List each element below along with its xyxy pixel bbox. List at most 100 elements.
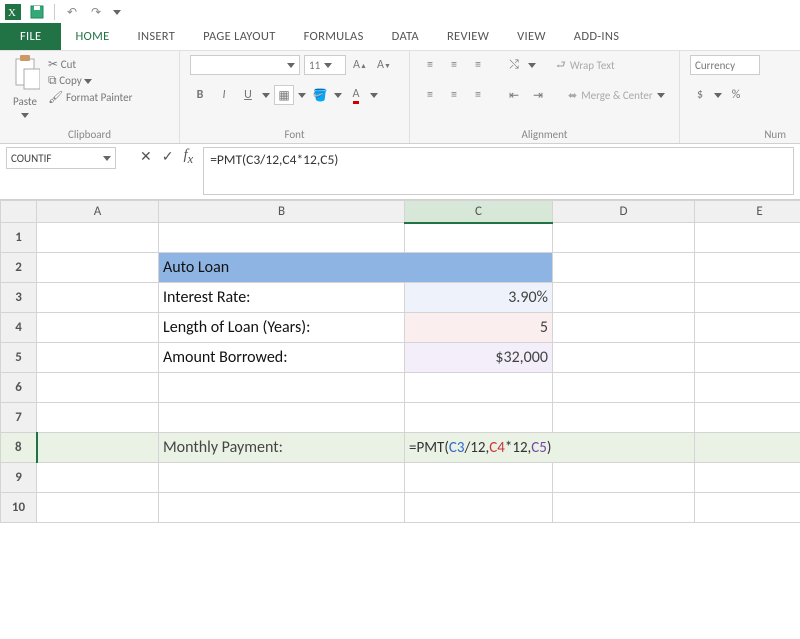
cell[interactable] bbox=[695, 433, 800, 463]
cell[interactable] bbox=[37, 253, 159, 283]
orientation-dropdown-icon[interactable] bbox=[528, 63, 536, 68]
border-dropdown-icon[interactable] bbox=[298, 93, 306, 98]
name-box[interactable]: COUNTIF bbox=[6, 147, 116, 169]
cell[interactable] bbox=[405, 493, 553, 523]
cell[interactable] bbox=[695, 463, 800, 493]
cell[interactable] bbox=[695, 223, 800, 253]
cell[interactable] bbox=[159, 493, 405, 523]
grow-font-button[interactable]: A▲ bbox=[350, 55, 370, 75]
cell-c5[interactable]: $32,000 bbox=[405, 343, 553, 373]
cell[interactable] bbox=[695, 403, 800, 433]
cell[interactable] bbox=[553, 463, 695, 493]
cell[interactable] bbox=[37, 403, 159, 433]
tab-formulas[interactable]: FORMULAS bbox=[290, 23, 378, 50]
italic-button[interactable]: I bbox=[214, 85, 234, 105]
bold-button[interactable]: B bbox=[190, 85, 210, 105]
shrink-font-button[interactable]: A▼ bbox=[374, 55, 394, 75]
cell[interactable] bbox=[553, 493, 695, 523]
cell[interactable] bbox=[405, 463, 553, 493]
qat-dropdown-icon[interactable] bbox=[113, 10, 121, 15]
cell[interactable] bbox=[553, 313, 695, 343]
tab-view[interactable]: VIEW bbox=[503, 23, 560, 50]
cell-b5[interactable]: Amount Borrowed: bbox=[159, 343, 405, 373]
col-header-c[interactable]: C bbox=[405, 201, 553, 223]
cell[interactable] bbox=[159, 403, 405, 433]
cancel-formula-button[interactable]: ✕ bbox=[140, 148, 152, 165]
cell[interactable] bbox=[695, 373, 800, 403]
font-name-select[interactable] bbox=[190, 55, 300, 75]
tab-file[interactable]: FILE bbox=[0, 23, 61, 50]
align-middle-button[interactable]: ≡ bbox=[444, 55, 464, 75]
row-header-7[interactable]: 7 bbox=[1, 403, 37, 433]
cell[interactable] bbox=[553, 403, 695, 433]
tab-addins[interactable]: ADD-INS bbox=[560, 23, 634, 50]
enter-formula-button[interactable]: ✓ bbox=[162, 148, 174, 165]
currency-button[interactable]: $ bbox=[690, 85, 710, 105]
align-left-button[interactable]: ≡ bbox=[420, 85, 440, 105]
row-header-9[interactable]: 9 bbox=[1, 463, 37, 493]
currency-dropdown-icon[interactable] bbox=[714, 93, 722, 98]
cell-b4[interactable]: Length of Loan (Years): bbox=[159, 313, 405, 343]
cell[interactable] bbox=[553, 223, 695, 253]
row-header-3[interactable]: 3 bbox=[1, 283, 37, 313]
align-top-button[interactable]: ≡ bbox=[420, 55, 440, 75]
cell[interactable] bbox=[37, 313, 159, 343]
tab-data[interactable]: DATA bbox=[378, 23, 433, 50]
cell[interactable] bbox=[37, 493, 159, 523]
cell[interactable] bbox=[37, 283, 159, 313]
cell[interactable] bbox=[405, 403, 553, 433]
merge-center-button[interactable]: ⬌Merge & Center bbox=[568, 89, 665, 102]
row-header-1[interactable]: 1 bbox=[1, 223, 37, 253]
name-box-dropdown-icon[interactable] bbox=[103, 156, 111, 161]
cell[interactable] bbox=[553, 343, 695, 373]
cell[interactable] bbox=[695, 493, 800, 523]
cell[interactable] bbox=[37, 223, 159, 253]
orientation-button[interactable]: ⤭ bbox=[504, 55, 524, 75]
copy-dropdown-icon[interactable] bbox=[84, 79, 92, 84]
cell[interactable] bbox=[37, 433, 159, 463]
row-header-10[interactable]: 10 bbox=[1, 493, 37, 523]
row-header-8[interactable]: 8 bbox=[1, 433, 37, 463]
font-size-select[interactable]: 11 bbox=[304, 55, 346, 75]
cell[interactable] bbox=[695, 253, 800, 283]
cell[interactable] bbox=[553, 283, 695, 313]
merge-dropdown-icon[interactable] bbox=[657, 93, 665, 98]
cell[interactable] bbox=[695, 343, 800, 373]
copy-button[interactable]: ⧉ Copy bbox=[48, 74, 132, 88]
fill-dropdown-icon[interactable] bbox=[334, 93, 342, 98]
paste-dropdown-icon[interactable] bbox=[21, 113, 29, 118]
cell[interactable] bbox=[159, 373, 405, 403]
cell[interactable] bbox=[553, 373, 695, 403]
align-center-button[interactable]: ≡ bbox=[444, 85, 464, 105]
cell-b2[interactable]: Auto Loan bbox=[159, 253, 553, 283]
cell[interactable] bbox=[37, 373, 159, 403]
number-format-select[interactable]: Currency bbox=[690, 55, 760, 75]
undo-icon[interactable]: ↶ bbox=[63, 3, 81, 21]
cell[interactable] bbox=[553, 253, 695, 283]
cut-button[interactable]: ✂ Cut bbox=[48, 57, 132, 72]
row-header-5[interactable]: 5 bbox=[1, 343, 37, 373]
col-header-d[interactable]: D bbox=[553, 201, 695, 223]
tab-page-layout[interactable]: PAGE LAYOUT bbox=[189, 23, 289, 50]
fx-icon[interactable]: fx bbox=[183, 147, 193, 167]
border-button[interactable]: ▦ bbox=[274, 85, 294, 105]
col-header-b[interactable]: B bbox=[159, 201, 405, 223]
row-header-2[interactable]: 2 bbox=[1, 253, 37, 283]
paste-button[interactable]: Paste bbox=[10, 55, 40, 122]
tab-review[interactable]: REVIEW bbox=[433, 23, 503, 50]
wrap-text-button[interactable]: ⮐Wrap Text bbox=[556, 56, 615, 75]
underline-dropdown-icon[interactable] bbox=[262, 93, 270, 98]
cell[interactable] bbox=[37, 343, 159, 373]
cell[interactable] bbox=[159, 223, 405, 253]
format-painter-button[interactable]: 🖌 Format Painter bbox=[48, 90, 132, 105]
col-header-a[interactable]: A bbox=[37, 201, 159, 223]
formula-bar-input[interactable]: =PMT(C3/12,C4*12,C5) bbox=[203, 147, 794, 195]
cell-b8[interactable]: Monthly Payment: bbox=[159, 433, 405, 463]
tab-home[interactable]: HOME bbox=[61, 22, 123, 50]
save-icon[interactable] bbox=[28, 3, 46, 21]
tab-insert[interactable]: INSERT bbox=[124, 23, 190, 50]
font-color-button[interactable]: A bbox=[346, 85, 366, 105]
percent-button[interactable]: % bbox=[726, 85, 746, 105]
cell[interactable] bbox=[695, 313, 800, 343]
cell[interactable] bbox=[695, 283, 800, 313]
